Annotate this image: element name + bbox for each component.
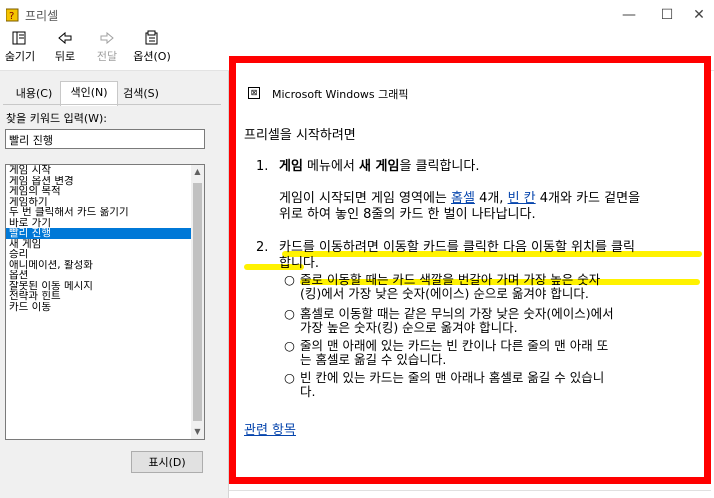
options-label: 옵션(O) [133, 50, 171, 63]
bullet-2-line1: 홈셀로 이동할 때는 같은 무늬의 가장 낮은 숫자(에이스)에서 [300, 306, 614, 321]
options-icon [145, 30, 158, 45]
step-1-paragraph: 게임이 시작되면 게임 영역에는 홈셀 4개, 빈 칸 4개와 카드 겉면을 [279, 191, 640, 207]
index-list-item[interactable]: 게임 시작 [6, 165, 204, 176]
hide-button[interactable]: 숨기기 [4, 30, 36, 66]
step-1-post: 을 클릭합니다. [399, 159, 480, 174]
homecell-link[interactable]: 홈셀 [451, 191, 475, 206]
back-label: 뒤로 [54, 50, 76, 63]
freecell-link[interactable]: 빈 칸 [508, 191, 536, 206]
bullet-3-line1: 줄의 맨 아래에 있는 카드는 빈 칸이나 다른 줄의 맨 아래 또 [300, 338, 609, 353]
scroll-down-icon[interactable]: ▼ [191, 425, 204, 438]
index-list-item[interactable]: 게임 옵션 변경 [6, 176, 204, 187]
window-title: 프리셀 [25, 9, 59, 23]
back-button[interactable]: 뒤로 [50, 30, 80, 66]
index-list-item[interactable]: 게임의 목적 [6, 186, 204, 197]
bullet-item-1: ○ 줄로 이동할 때는 카드 색깔을 번갈아 가며 가장 높은 숫자 (킹)에서… [284, 272, 601, 301]
related-topics-link[interactable]: 관련 항목 [244, 419, 296, 438]
step-1-para-a: 게임이 시작되면 게임 영역에는 [279, 191, 452, 206]
index-list-item[interactable]: 옵션 [6, 270, 204, 281]
hide-label: 숨기기 [4, 50, 36, 63]
step-1-number: 1. [256, 159, 269, 174]
bullet-1-line2: (킹)에서 가장 낮은 숫자(에이스) 순으로 옮겨야 합니다. [300, 286, 589, 301]
index-list-item[interactable]: 애니메이션, 활성화 [6, 260, 204, 271]
forward-button[interactable]: 전달 [92, 30, 122, 66]
bullet-4-line1: 빈 칸에 있는 카드는 줄의 맨 아래나 홈셀로 옮길 수 있습니 [300, 370, 605, 385]
bullet-item-3: ○ 줄의 맨 아래에 있는 카드는 빈 칸이나 다른 줄의 맨 아래 또 는 홈… [284, 338, 609, 367]
index-list: 게임 시작 게임 옵션 변경 게임의 목적 게임하기 두 번 클릭해서 카드 옮기기 바로… [6, 165, 204, 312]
step-2-number: 2. [256, 240, 269, 255]
step-2-line2: 합니다. [279, 256, 320, 271]
forward-label: 전달 [96, 50, 118, 63]
bullet-item-2: ○ 홈셀로 이동할 때는 같은 무늬의 가장 낮은 숫자(에이스)에서 가장 높… [284, 306, 614, 335]
index-list-item[interactable]: 새 게임 [6, 239, 204, 250]
help-app-icon: ? [6, 8, 19, 22]
keyword-label: 찾을 키워드 입력(W): [6, 112, 107, 125]
scroll-up-icon[interactable]: ▲ [191, 165, 204, 178]
options-button[interactable]: 옵션(O) [132, 30, 172, 66]
index-list-item[interactable]: 두 번 클릭해서 카드 옮기기 [6, 207, 204, 218]
bullet-2-line2: 가장 높은 숫자(킹) 순으로 옮겨야 합니다. [300, 320, 518, 335]
keyword-input[interactable]: 빨리 진행 [5, 129, 205, 149]
index-list-item[interactable]: 게임하기 [6, 197, 204, 208]
step-1-para-b: 4개, [474, 191, 508, 206]
step-2-line1: 카드를 이동하려면 이동할 카드를 클릭한 다음 이동할 위치를 클릭 [279, 240, 635, 255]
index-list-item[interactable]: 바로 가기 [6, 218, 204, 229]
bullet-1-line1: 줄로 이동할 때는 카드 색깔을 번갈아 가며 가장 높은 숫자 [300, 272, 601, 287]
maximize-button[interactable]: ☐ [652, 4, 682, 26]
tab-contents[interactable]: 내용(C) [8, 84, 60, 104]
back-arrow-icon [58, 31, 72, 45]
index-list-item[interactable]: 승리 [6, 249, 204, 260]
tab-index[interactable]: 색인(N) [60, 81, 118, 106]
index-list-item[interactable]: 빨리 진행 [6, 228, 204, 239]
show-button[interactable]: 표시(D) [131, 451, 203, 473]
step-1-para-c: 4개와 카드 겉면을 [535, 191, 641, 206]
windows-graphic-icon: ⊠ [248, 87, 260, 99]
bullet-3-line2: 는 홈셀로 옮길 수 있습니다. [300, 352, 447, 367]
tab-search[interactable]: 검색(S) [116, 84, 166, 104]
index-listbox[interactable]: 게임 시작 게임 옵션 변경 게임의 목적 게임하기 두 번 클릭해서 카드 옮기기 바로… [5, 164, 205, 440]
hide-pane-icon [12, 31, 26, 45]
close-button[interactable]: ✕ [684, 4, 714, 26]
bullet-item-4: ○ 빈 칸에 있는 카드는 줄의 맨 아래나 홈셀로 옮길 수 있습니 다. [284, 370, 605, 399]
bullet-list: ○ 줄로 이동할 때는 카드 색깔을 번갈아 가며 가장 높은 숫자 (킹)에서… [284, 273, 704, 403]
step-1-text: 게임 메뉴에서 새 게임을 클릭합니다. [279, 159, 479, 175]
content-header: Microsoft Windows 그래픽 [272, 88, 409, 101]
svg-text:?: ? [9, 11, 14, 22]
index-list-item[interactable]: 카드 이동 [6, 302, 204, 313]
tab-panel-border [3, 104, 221, 105]
minimize-button[interactable]: — [614, 4, 644, 26]
forward-arrow-icon [100, 31, 114, 45]
game-menu-bold: 게임 [279, 159, 303, 174]
new-game-bold: 새 게임 [359, 159, 400, 174]
bullet-4-line2: 다. [300, 384, 316, 399]
index-list-item[interactable]: 전략과 힌트 [6, 291, 204, 302]
step-1-paragraph-line2: 위로 하여 놓인 8줄의 카드 한 벌이 나타납니다. [279, 207, 536, 222]
intro-text: 프리셀을 시작하려면 [244, 128, 356, 143]
step-1-mid: 메뉴에서 [302, 159, 360, 174]
bottom-divider [229, 490, 711, 491]
title-bar [0, 0, 714, 30]
index-list-item[interactable]: 잘못된 이동 메시지 [6, 281, 204, 292]
scrollbar-thumb[interactable] [193, 183, 202, 421]
